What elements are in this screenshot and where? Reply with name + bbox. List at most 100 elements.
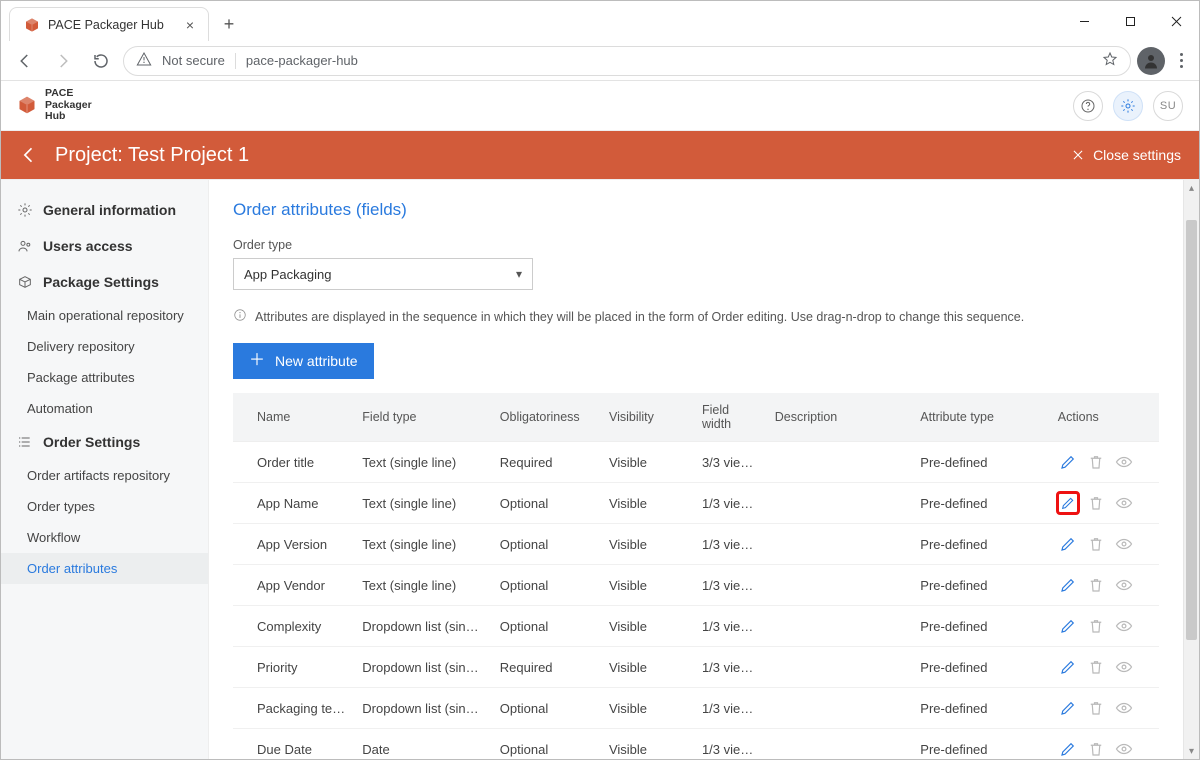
visibility-icon[interactable]	[1114, 739, 1134, 759]
edit-icon[interactable]	[1058, 493, 1078, 513]
nav-forward-button[interactable]	[47, 45, 79, 77]
info-icon	[233, 308, 247, 325]
bookmark-star-icon[interactable]	[1102, 51, 1118, 70]
browser-menu-button[interactable]	[1171, 53, 1191, 68]
project-title: Project: Test Project 1	[55, 144, 249, 167]
sidebar-item-package-attributes[interactable]: Package attributes	[1, 362, 208, 393]
sidebar-item-order-attributes[interactable]: Order attributes	[1, 553, 208, 584]
edit-icon[interactable]	[1058, 616, 1078, 636]
delete-icon[interactable]	[1086, 616, 1106, 636]
settings-button[interactable]	[1113, 91, 1143, 121]
col-field-type: Field type	[354, 393, 491, 442]
logo-cube-icon	[17, 95, 37, 115]
order-type-value: App Packaging	[244, 267, 331, 282]
table-row[interactable]: App VersionText (single line)OptionalVis…	[233, 524, 1159, 565]
table-row[interactable]: PriorityDropdown list (single c...Requir…	[233, 647, 1159, 688]
omnibox-separator	[235, 53, 236, 69]
visibility-icon[interactable]	[1114, 575, 1134, 595]
edit-icon[interactable]	[1058, 739, 1078, 759]
users-icon	[17, 238, 33, 254]
tab-close-icon[interactable]: ×	[186, 18, 194, 32]
table-row[interactable]: Order titleText (single line)RequiredVis…	[233, 442, 1159, 483]
sidebar-item-order-artifacts-repository[interactable]: Order artifacts repository	[1, 460, 208, 491]
address-bar[interactable]: Not secure pace-packager-hub	[123, 46, 1131, 76]
visibility-icon[interactable]	[1114, 616, 1134, 636]
delete-icon[interactable]	[1086, 534, 1106, 554]
col-actions: Actions	[1050, 393, 1159, 442]
info-text: Attributes are displayed in the sequence…	[255, 310, 1024, 324]
sidebar-item-main-operational-repository[interactable]: Main operational repository	[1, 300, 208, 331]
col-obligatoriness: Obligatoriness	[492, 393, 601, 442]
edit-icon[interactable]	[1058, 452, 1078, 472]
list-icon	[17, 434, 33, 450]
sidebar-item-workflow[interactable]: Workflow	[1, 522, 208, 553]
sidebar-section-order-settings[interactable]: Order Settings	[1, 424, 208, 460]
table-row[interactable]: ComplexityDropdown list (single c...Opti…	[233, 606, 1159, 647]
window-minimize-button[interactable]	[1061, 1, 1107, 41]
scroll-down-arrow[interactable]: ▾	[1184, 743, 1199, 759]
visibility-icon[interactable]	[1114, 493, 1134, 513]
sidebar-section-general-information[interactable]: General information	[1, 192, 208, 228]
new-tab-button[interactable]: +	[215, 10, 243, 38]
window-maximize-button[interactable]	[1107, 1, 1153, 41]
table-row[interactable]: App VendorText (single line)OptionalVisi…	[233, 565, 1159, 606]
col-name: Name	[233, 393, 354, 442]
col-description: Description	[767, 393, 913, 442]
table-row[interactable]: Packaging technolo...Dropdown list (sing…	[233, 688, 1159, 729]
sidebar-section-package-settings[interactable]: Package Settings	[1, 264, 208, 300]
not-secure-label: Not secure	[162, 53, 225, 68]
delete-icon[interactable]	[1086, 493, 1106, 513]
sidebar-item-automation[interactable]: Automation	[1, 393, 208, 424]
url-text: pace-packager-hub	[246, 53, 358, 68]
attributes-table: NameField typeObligatorinessVisibilityFi…	[233, 393, 1159, 759]
edit-icon[interactable]	[1058, 575, 1078, 595]
tab-title: PACE Packager Hub	[48, 18, 164, 32]
delete-icon[interactable]	[1086, 698, 1106, 718]
close-settings-button[interactable]: Close settings	[1071, 147, 1181, 163]
scrollbar-thumb[interactable]	[1186, 220, 1197, 640]
gear-icon	[17, 202, 33, 218]
sidebar-item-delivery-repository[interactable]: Delivery repository	[1, 331, 208, 362]
not-secure-icon	[136, 51, 152, 70]
window-close-button[interactable]	[1153, 1, 1199, 41]
package-icon	[17, 274, 33, 290]
new-attribute-label: New attribute	[275, 353, 357, 369]
browser-tab[interactable]: PACE Packager Hub ×	[9, 7, 209, 41]
logo-text: PACE Packager Hub	[45, 88, 92, 123]
page-title: Order attributes (fields)	[233, 200, 1159, 220]
plus-icon: ＋	[249, 353, 265, 369]
user-avatar[interactable]: SU	[1153, 91, 1183, 121]
vertical-scrollbar[interactable]: ▴ ▾	[1183, 180, 1199, 759]
scroll-up-arrow[interactable]: ▴	[1184, 180, 1199, 196]
edit-icon[interactable]	[1058, 657, 1078, 677]
table-row[interactable]: App NameText (single line)OptionalVisibl…	[233, 483, 1159, 524]
visibility-icon[interactable]	[1114, 534, 1134, 554]
col-visibility: Visibility	[601, 393, 694, 442]
sidebar-section-users-access[interactable]: Users access	[1, 228, 208, 264]
edit-icon[interactable]	[1058, 534, 1078, 554]
visibility-icon[interactable]	[1114, 657, 1134, 677]
nav-back-button[interactable]	[9, 45, 41, 77]
close-settings-label: Close settings	[1093, 147, 1181, 163]
project-back-button[interactable]	[19, 145, 39, 165]
new-attribute-button[interactable]: ＋ New attribute	[233, 343, 374, 379]
profile-avatar-button[interactable]	[1137, 47, 1165, 75]
visibility-icon[interactable]	[1114, 698, 1134, 718]
favicon-icon	[24, 17, 40, 33]
order-type-select[interactable]: App Packaging ▾	[233, 258, 533, 290]
delete-icon[interactable]	[1086, 739, 1106, 759]
nav-reload-button[interactable]	[85, 45, 117, 77]
close-icon	[1071, 148, 1085, 162]
sidebar-item-order-types[interactable]: Order types	[1, 491, 208, 522]
edit-icon[interactable]	[1058, 698, 1078, 718]
help-button[interactable]	[1073, 91, 1103, 121]
table-row[interactable]: Due DateDateOptionalVisible1/3 view ...P…	[233, 729, 1159, 760]
delete-icon[interactable]	[1086, 452, 1106, 472]
visibility-icon[interactable]	[1114, 452, 1134, 472]
delete-icon[interactable]	[1086, 575, 1106, 595]
chevron-down-icon: ▾	[516, 267, 522, 281]
app-logo[interactable]: PACE Packager Hub	[17, 88, 92, 123]
order-type-label: Order type	[233, 238, 1159, 252]
delete-icon[interactable]	[1086, 657, 1106, 677]
col-attribute-type: Attribute type	[912, 393, 1049, 442]
